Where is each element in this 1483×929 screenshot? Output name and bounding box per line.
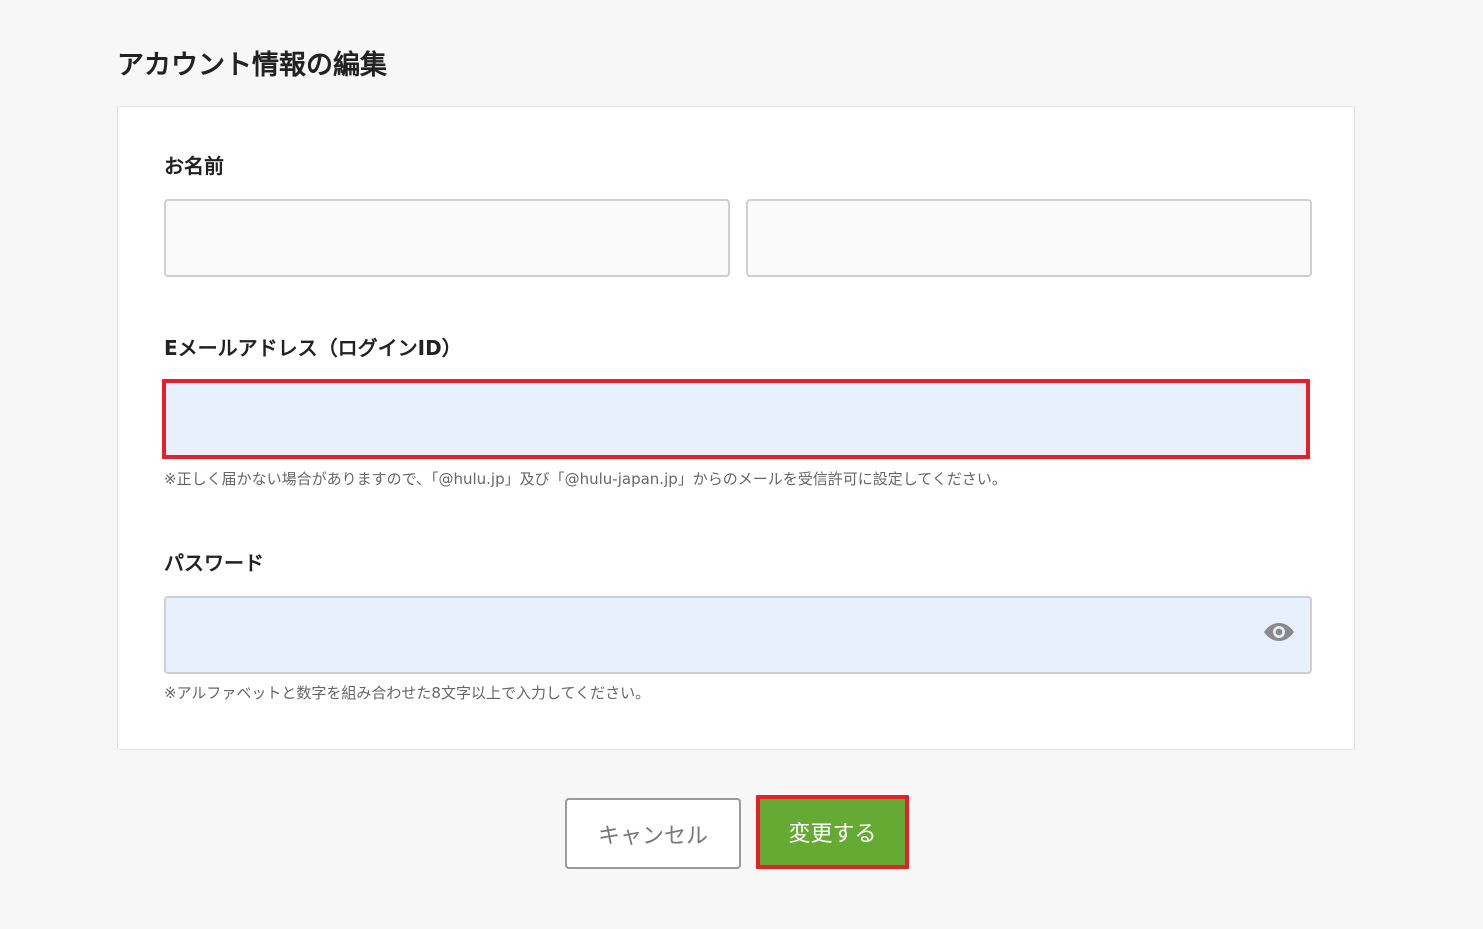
email-label: Eメールアドレス（ログインID） xyxy=(164,336,462,360)
name-label: お名前 xyxy=(164,154,224,178)
first-name-input[interactable] xyxy=(746,199,1312,277)
password-label: パスワード xyxy=(164,551,264,575)
last-name-input[interactable] xyxy=(164,199,730,277)
account-form-card: お名前 Eメールアドレス（ログインID） ※正しく届かない場合がありますので、「… xyxy=(117,106,1355,750)
account-edit-page: アカウント情報の編集 お名前 Eメールアドレス（ログインID） ※正しく届かない… xyxy=(0,0,1483,929)
email-hint: ※正しく届かない場合がありますので、「@hulu.jp」及び「@hulu-jap… xyxy=(164,470,1007,488)
password-hint: ※アルファベットと数字を組み合わせた8文字以上で入力してください。 xyxy=(164,684,651,702)
submit-button[interactable]: 変更する xyxy=(756,795,909,869)
page-title: アカウント情報の編集 xyxy=(117,50,387,81)
password-input[interactable] xyxy=(164,596,1312,674)
cancel-button[interactable]: キャンセル xyxy=(565,798,741,869)
eye-icon xyxy=(1264,623,1294,641)
password-visibility-toggle[interactable] xyxy=(1262,619,1296,645)
email-input[interactable] xyxy=(162,379,1310,459)
